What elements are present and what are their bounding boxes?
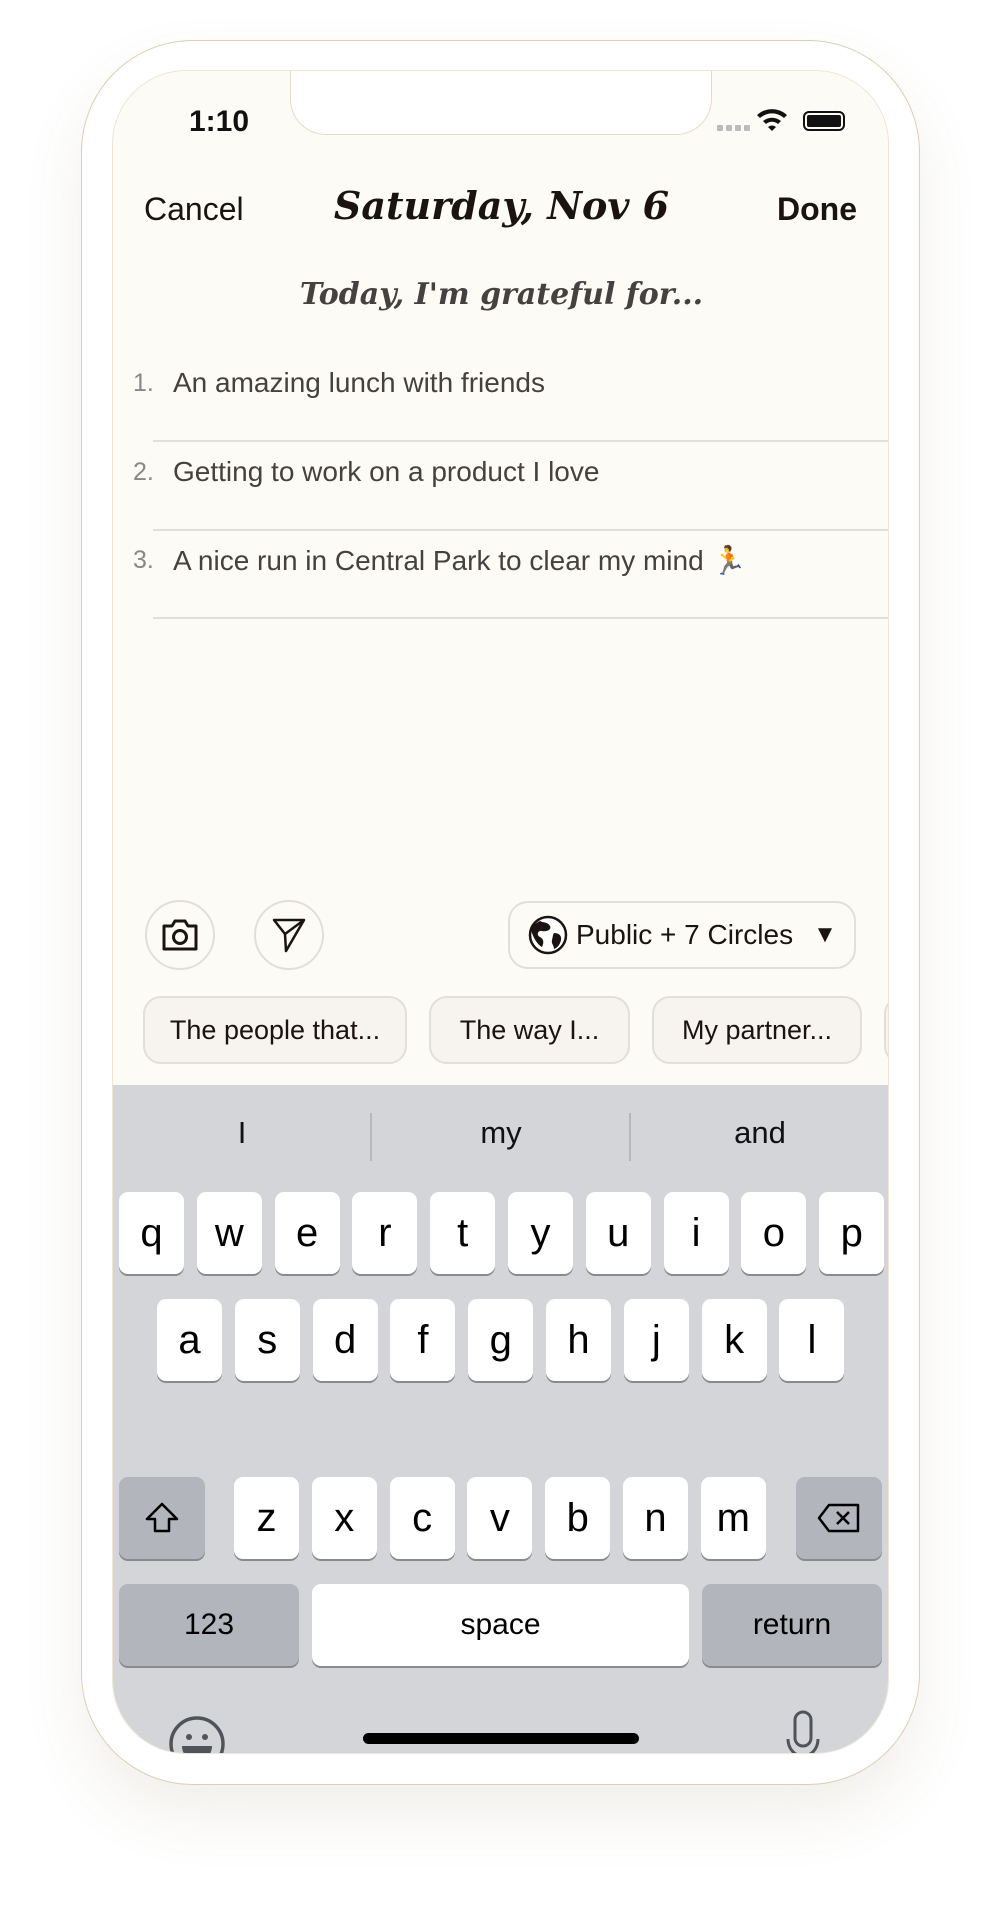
space-key[interactable]: space: [312, 1584, 689, 1666]
emoji-icon[interactable]: [168, 1715, 226, 1754]
entry-text[interactable]: Getting to work on a product I love: [173, 456, 599, 488]
backspace-key[interactable]: [796, 1477, 882, 1559]
key-c[interactable]: c: [389, 1477, 455, 1559]
key-k[interactable]: k: [701, 1299, 767, 1381]
key-f[interactable]: f: [390, 1299, 456, 1381]
prompt-chip[interactable]: [884, 996, 888, 1064]
key-x[interactable]: x: [311, 1477, 377, 1559]
key-d[interactable]: d: [312, 1299, 378, 1381]
entry-row[interactable]: 3. A nice run in Central Park to clear m…: [113, 530, 888, 619]
shift-key[interactable]: [119, 1477, 205, 1559]
globe-icon: [528, 915, 568, 955]
status-time: 1:10: [189, 105, 250, 138]
audience-dropdown[interactable]: Public + 7 Circles ▼: [508, 901, 856, 969]
key-w[interactable]: w: [196, 1192, 262, 1274]
key-t[interactable]: t: [430, 1192, 496, 1274]
key-h[interactable]: h: [546, 1299, 611, 1381]
done-button[interactable]: Done: [777, 191, 857, 228]
key-u[interactable]: u: [585, 1192, 651, 1274]
key-e[interactable]: e: [274, 1192, 340, 1274]
suggestion[interactable]: and: [631, 1115, 888, 1151]
entry-row[interactable]: 2. Getting to work on a product I love: [113, 442, 888, 531]
shift-icon: [145, 1502, 179, 1533]
entry-row[interactable]: 1. An amazing lunch with friends: [113, 353, 888, 442]
key-y[interactable]: y: [508, 1192, 573, 1274]
numbers-key[interactable]: 123: [119, 1584, 299, 1666]
send-button[interactable]: [254, 900, 324, 970]
key-q[interactable]: q: [119, 1192, 184, 1274]
caret-down-icon: ▼: [813, 921, 837, 948]
entry-number: 1.: [133, 369, 154, 397]
entry-number: 2.: [133, 458, 154, 486]
home-indicator[interactable]: [363, 1733, 639, 1744]
key-g[interactable]: g: [468, 1299, 534, 1381]
key-r[interactable]: r: [352, 1192, 418, 1274]
entry-text[interactable]: An amazing lunch with friends: [173, 367, 545, 399]
camera-button[interactable]: [145, 900, 215, 970]
key-n[interactable]: n: [623, 1477, 688, 1559]
page-title: Saturday, Nov 6: [333, 183, 670, 228]
microphone-icon[interactable]: [783, 1709, 823, 1754]
send-icon: [272, 918, 306, 953]
prompt-chip[interactable]: The way I...: [429, 996, 630, 1064]
signal-icon: [717, 125, 750, 131]
key-j[interactable]: j: [623, 1299, 689, 1381]
key-p[interactable]: p: [819, 1192, 885, 1274]
battery-icon: [803, 111, 845, 131]
key-z[interactable]: z: [234, 1477, 299, 1559]
key-m[interactable]: m: [700, 1477, 766, 1559]
entry-number: 3.: [133, 546, 154, 574]
screen: 1:10 Cancel Saturday, Nov 6 Done Today, …: [112, 70, 889, 1754]
camera-icon: [162, 919, 198, 951]
backspace-icon: [817, 1503, 860, 1533]
keyboard: I my and 123 space return qwertyuiop asdf…: [113, 1085, 888, 1754]
notch: [290, 71, 712, 135]
key-v[interactable]: v: [467, 1477, 533, 1559]
audience-label: Public + 7 Circles: [576, 919, 794, 950]
prompt-chip[interactable]: The people that...: [143, 996, 407, 1064]
divider: [153, 617, 888, 619]
return-key[interactable]: return: [702, 1584, 882, 1666]
key-i[interactable]: i: [663, 1192, 729, 1274]
prompt-heading: Today, I'm grateful for...: [299, 277, 704, 312]
wifi-icon: [757, 109, 787, 131]
key-s[interactable]: s: [234, 1299, 300, 1381]
suggestion[interactable]: my: [372, 1115, 630, 1151]
key-a[interactable]: a: [157, 1299, 222, 1381]
suggestion[interactable]: I: [113, 1115, 371, 1151]
key-l[interactable]: l: [779, 1299, 845, 1381]
key-b[interactable]: b: [545, 1477, 611, 1559]
key-o[interactable]: o: [741, 1192, 807, 1274]
prompt-chip[interactable]: My partner...: [652, 996, 862, 1064]
entry-text[interactable]: A nice run in Central Park to clear my m…: [173, 544, 746, 577]
